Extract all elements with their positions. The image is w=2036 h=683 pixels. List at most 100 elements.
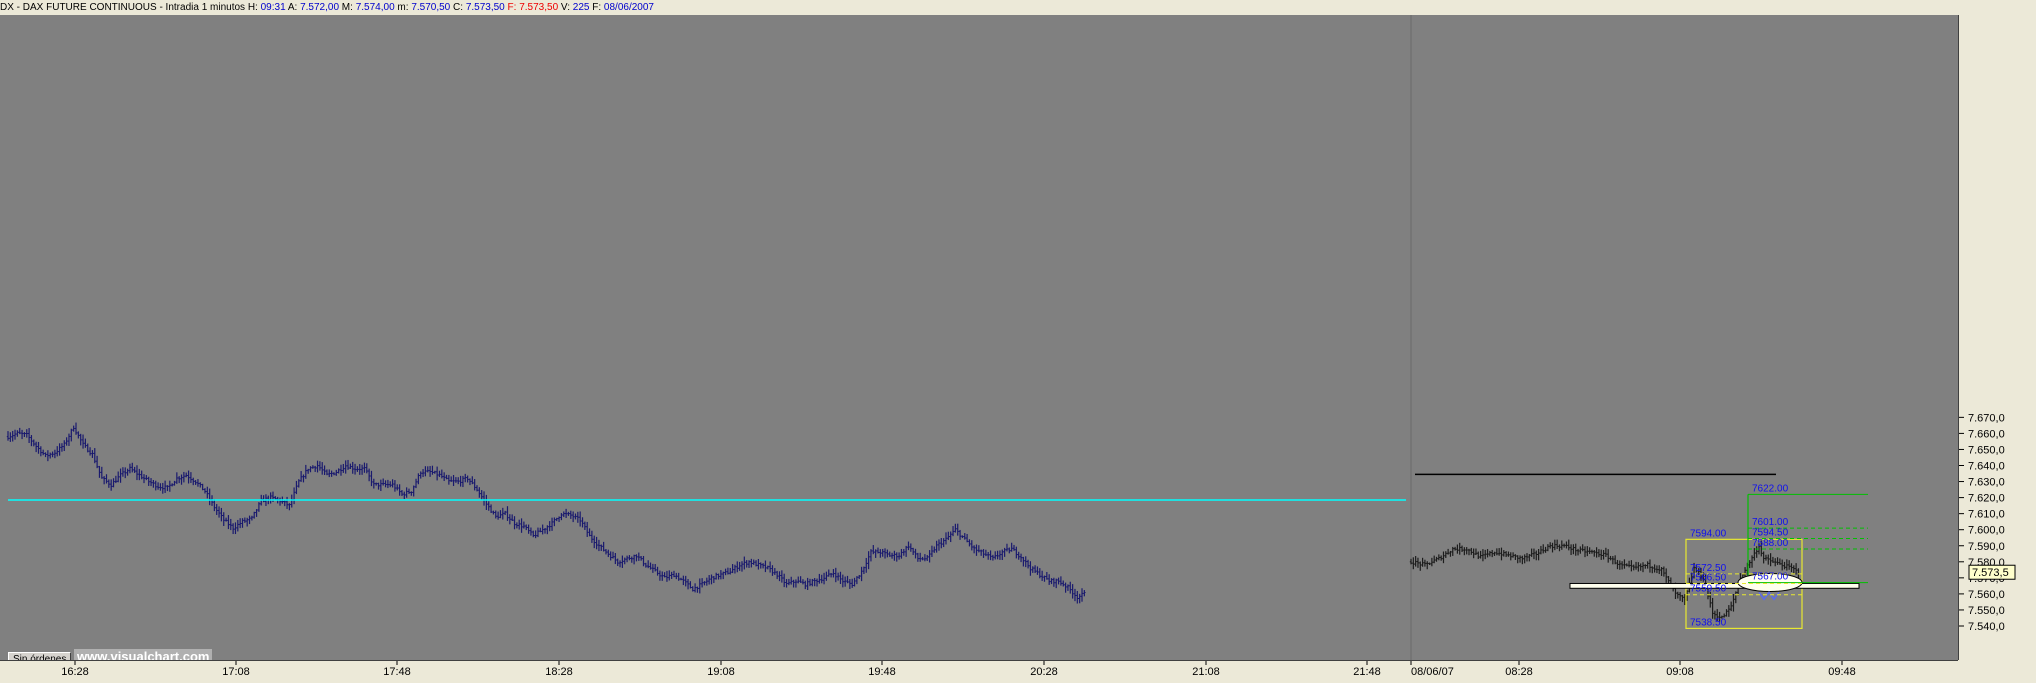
x-tick-label: 17:48 — [383, 666, 411, 678]
price-bar — [452, 474, 455, 487]
price-bar — [888, 551, 891, 557]
readout-key: H: — [247, 2, 261, 13]
price-bar — [1609, 555, 1612, 561]
price-bar — [977, 545, 981, 553]
price-bar — [330, 470, 333, 477]
price-bar — [1412, 557, 1415, 570]
price-bar — [909, 543, 913, 552]
price-bar — [1732, 593, 1735, 612]
price-bar — [818, 573, 821, 584]
price-bar — [571, 511, 575, 523]
price-bar — [318, 461, 322, 471]
price-bar — [874, 549, 877, 558]
price-bar — [1467, 548, 1471, 556]
readout-key: V: — [558, 2, 573, 13]
price-bar — [731, 564, 734, 574]
price-axis-labels: 7.540,07.550,07.560,07.570,07.580,07.590… — [1959, 412, 2016, 633]
price-bar — [398, 484, 401, 496]
price-bar — [1057, 577, 1060, 585]
price-bar — [487, 501, 490, 511]
price-bar — [799, 576, 802, 583]
price-bar — [970, 540, 973, 551]
price-bar — [9, 432, 12, 442]
price-bar — [614, 552, 617, 565]
price-bar — [787, 578, 791, 586]
price-bar — [1497, 548, 1501, 556]
price-bar — [1781, 559, 1784, 571]
plot-area[interactable]: 7622.00 7601.00 7594.50 7594.00 7588.00 7572.… — [0, 15, 1958, 668]
price-bar — [822, 572, 826, 585]
price-bar — [489, 504, 493, 513]
y-tick-label: 7.630,0 — [1968, 477, 2005, 489]
price-bar — [192, 477, 195, 486]
price-bar — [220, 507, 223, 522]
price-bar — [377, 482, 380, 490]
price-bar — [79, 433, 82, 446]
price-bar — [1794, 563, 1798, 575]
price-bar — [1562, 543, 1566, 548]
price-bar — [231, 523, 235, 535]
price-bar — [457, 477, 460, 485]
price-bar — [616, 558, 619, 566]
price-bar — [431, 465, 434, 475]
price-bar — [902, 549, 905, 556]
price-bar — [747, 560, 751, 568]
price-bar — [170, 483, 174, 487]
price-bar — [93, 448, 96, 464]
price-bar — [370, 470, 373, 487]
price-bar — [1551, 542, 1554, 553]
price-bar — [712, 576, 716, 583]
price-bar — [283, 500, 286, 507]
price-bar — [1022, 556, 1025, 567]
price-bar — [792, 579, 795, 588]
price-bar — [1423, 559, 1427, 567]
price-bar — [923, 554, 927, 562]
price-bar — [942, 538, 945, 548]
price-bar — [564, 508, 568, 518]
price-bar — [269, 492, 272, 504]
price-bar — [253, 511, 256, 519]
price-chart[interactable]: 7622.007601.007594.507594.007588.007572.… — [0, 15, 1958, 660]
chart-header: DX - DAX FUTURE CONTINUOUS - Intradia 1 … — [0, 0, 2036, 15]
price-bar — [410, 491, 413, 496]
price-bar — [1419, 561, 1422, 571]
price-bar — [916, 552, 920, 562]
price-bar — [1008, 547, 1011, 554]
price-bar — [1071, 584, 1074, 599]
price-bar — [670, 571, 673, 579]
price-bar — [703, 581, 706, 586]
wave-marker — [1758, 590, 1780, 601]
price-bar — [1064, 582, 1067, 593]
price-bar — [374, 482, 378, 486]
price-bar — [1078, 593, 1081, 604]
price-bar — [91, 450, 94, 458]
price-bar — [201, 483, 204, 491]
price-bar — [304, 464, 308, 479]
price-bar — [642, 555, 645, 567]
price-bar — [576, 511, 580, 523]
price-bars-07-06-2007 — [6, 422, 1086, 604]
price-bar — [485, 494, 488, 510]
price-bar — [773, 568, 777, 575]
y-tick-label: 7.670,0 — [1968, 412, 2005, 424]
price-bar — [574, 513, 577, 520]
time-axis[interactable]: 16:28 17:08 17:48 18:28 19:08 19:48 20:28 21:08… — [0, 660, 1958, 678]
price-bar — [1516, 555, 1519, 564]
price-bar — [196, 479, 200, 487]
price-bar — [1518, 555, 1522, 563]
price-bar — [149, 478, 153, 487]
price-bar — [6, 431, 10, 441]
price-bar — [583, 521, 587, 530]
price-bar — [163, 480, 167, 493]
price-bar — [778, 571, 781, 582]
price-bar — [956, 523, 959, 536]
price-bar — [797, 576, 800, 584]
price-axis[interactable]: 7.540,07.550,07.560,07.570,07.580,07.590… — [1958, 15, 2036, 660]
price-bar — [1678, 592, 1682, 601]
price-bar — [590, 530, 594, 543]
readout-value: 09:31 — [260, 2, 286, 13]
price-bar — [1507, 551, 1510, 557]
price-bar — [1774, 558, 1777, 567]
price-bar — [686, 579, 690, 590]
price-bar — [560, 513, 563, 521]
